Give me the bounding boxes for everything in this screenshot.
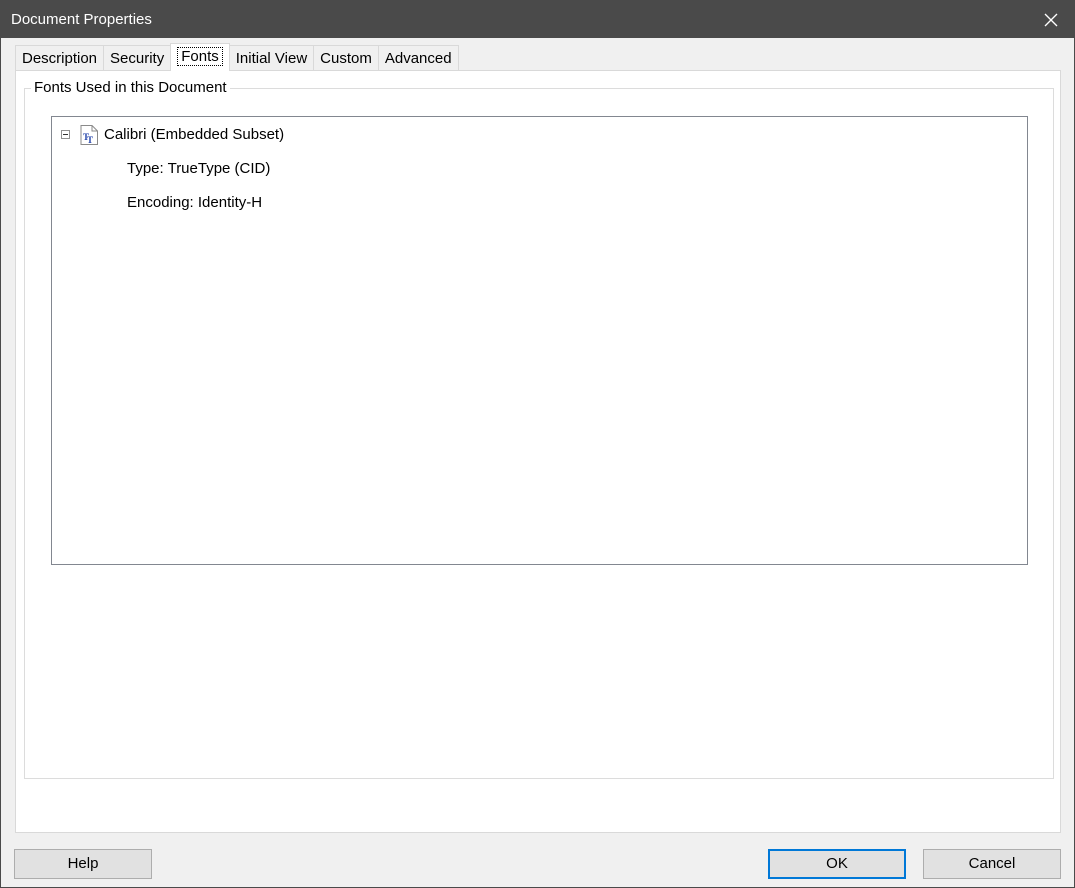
fonts-tree-view[interactable]: T T Calibri (Embedded Subset) Type: True…: [51, 116, 1028, 565]
fonts-group-box: Fonts Used in this Document T T Calibri …: [24, 79, 1054, 779]
tab-security[interactable]: Security: [103, 45, 172, 71]
document-properties-dialog: Document Properties Description Security…: [0, 0, 1075, 888]
font-detail-encoding: Encoding: Identity-H: [127, 192, 262, 214]
font-type-text: Type: TrueType (CID): [127, 160, 271, 177]
ok-button[interactable]: OK: [768, 849, 906, 879]
tab-label: Fonts: [177, 47, 223, 66]
tab-label: Security: [110, 50, 165, 67]
font-name: Calibri (Embedded Subset): [104, 126, 285, 143]
collapse-toggle-icon[interactable]: [61, 130, 70, 139]
close-icon: [1044, 13, 1058, 26]
help-button[interactable]: Help: [14, 849, 152, 879]
dialog-title: Document Properties: [11, 11, 152, 28]
tab-label: Initial View: [235, 50, 308, 67]
tab-description[interactable]: Description: [15, 45, 105, 71]
tab-advanced[interactable]: Advanced: [377, 45, 459, 71]
tab-strip: Description Security Fonts Initial View …: [15, 43, 459, 71]
tab-label: Custom: [320, 50, 372, 67]
tab-initial-view[interactable]: Initial View: [228, 45, 315, 71]
truetype-font-icon: T T: [80, 125, 98, 145]
tab-label: Description: [22, 50, 98, 67]
font-detail-type: Type: TrueType (CID): [127, 158, 270, 180]
tab-fonts[interactable]: Fonts: [170, 43, 230, 71]
group-label: Fonts Used in this Document: [31, 79, 230, 97]
cancel-button[interactable]: Cancel: [923, 849, 1061, 879]
fonts-tab-panel: Fonts Used in this Document T T Calibri …: [15, 70, 1061, 833]
title-bar[interactable]: Document Properties: [1, 1, 1074, 38]
svg-text:T: T: [87, 135, 93, 145]
font-entry[interactable]: Calibri (Embedded Subset): [104, 124, 284, 146]
tab-label: Advanced: [384, 50, 452, 67]
font-encoding-text: Encoding: Identity-H: [127, 194, 263, 211]
close-button[interactable]: [1028, 1, 1074, 38]
tab-custom[interactable]: Custom: [313, 45, 379, 71]
